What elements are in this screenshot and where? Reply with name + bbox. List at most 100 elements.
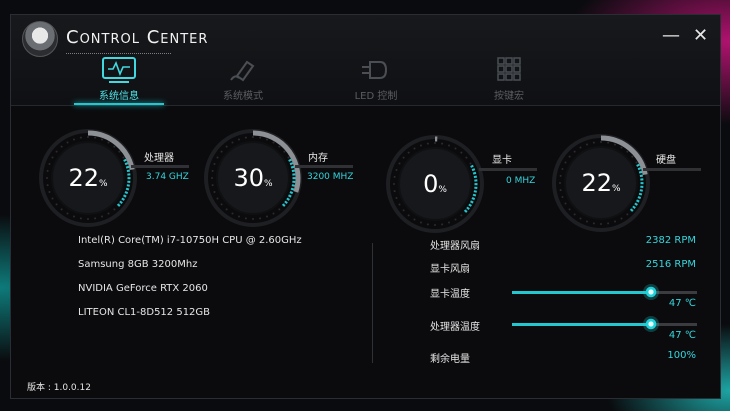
gauge-accent-dash xyxy=(123,158,127,162)
gauge-tick xyxy=(434,142,436,144)
gauge-tick xyxy=(231,212,234,215)
gauge-accent-dash xyxy=(288,158,292,162)
gauge-tick xyxy=(51,197,54,200)
cpu-fan-speed: 2382 RPM xyxy=(645,235,696,246)
memory-model: Samsung 8GB 3200Mhz xyxy=(78,259,198,270)
header: Control Center — ✕ 系统信息 系统模式 LED 控制 按键宏 xyxy=(11,15,720,106)
battery-value: 100% xyxy=(667,350,696,361)
gauge-accent-dash xyxy=(121,197,125,201)
gauge-tick xyxy=(252,136,254,138)
memory-frequency: 3200 MHZ xyxy=(307,172,354,182)
tab-label: LED 控制 xyxy=(354,91,398,102)
keypad-icon xyxy=(464,55,554,85)
gauge-tick xyxy=(259,217,262,220)
gauge-tick xyxy=(51,156,54,159)
gauge-tick xyxy=(407,151,410,154)
gauge-tick xyxy=(216,156,219,159)
gauge-tick xyxy=(220,150,223,153)
gauge-tick xyxy=(55,203,58,206)
gauge-accent-dash xyxy=(468,203,472,207)
gauge-unit: % xyxy=(611,184,621,194)
gauge-tick xyxy=(231,141,234,144)
gauge-accent-dash xyxy=(632,205,636,210)
monitor-icon xyxy=(74,55,164,85)
title-underline xyxy=(66,53,171,54)
gauge-tick xyxy=(579,146,582,149)
gauge-tick xyxy=(614,143,617,146)
cpu-label: 处理器 xyxy=(144,153,174,164)
gauge-tick xyxy=(441,223,444,226)
tab-system-mode[interactable]: 系统模式 xyxy=(198,55,288,102)
gpu-fan-speed: 2516 RPM xyxy=(645,259,696,270)
gauge-value: 0% xyxy=(385,170,485,198)
tab-key-macro[interactable]: 按键宏 xyxy=(464,55,554,102)
cpu-model: Intel(R) Core(TM) i7-10750H CPU @ 2.60GH… xyxy=(78,235,302,246)
gauge-tick xyxy=(600,223,602,225)
battery-label: 剩余电量 xyxy=(430,354,470,365)
close-button[interactable]: ✕ xyxy=(693,25,708,46)
cpu-temp-value: 47 ℃ xyxy=(668,330,696,341)
gauge-accent-dash xyxy=(470,200,474,204)
gauge-tick xyxy=(426,142,429,145)
gauge-number: 22 xyxy=(581,169,612,197)
cpu-usage-gauge: 22% xyxy=(38,128,138,228)
gauge-unit: % xyxy=(98,179,108,189)
gauge-accent-dash xyxy=(470,164,474,168)
gpu-temp-label: 显卡温度 xyxy=(430,289,470,300)
gauge-number: 22 xyxy=(68,164,99,192)
gauge-tick xyxy=(278,208,281,211)
gauge-accent-dash xyxy=(119,200,123,205)
gauge-tick xyxy=(60,145,63,148)
gpu-model: NVIDIA GeForce RTX 2060 xyxy=(78,283,208,294)
gauge-tick xyxy=(568,208,571,211)
gauge-tick xyxy=(607,141,610,144)
gauge-tick xyxy=(87,136,89,138)
gauge-accent-dash xyxy=(116,203,121,207)
gauge-tick xyxy=(72,215,75,218)
led-icon xyxy=(331,55,421,85)
gauge-tick xyxy=(259,136,262,139)
gauge-tick xyxy=(592,141,595,144)
gauge-tick xyxy=(413,218,416,221)
cpu-frequency: 3.74 GHZ xyxy=(146,172,189,182)
gauge-accent-dash xyxy=(636,163,640,167)
disk-model: LITEON CL1-8D512 512GB xyxy=(78,307,211,318)
gauge-tick xyxy=(460,151,463,154)
gauge-tick xyxy=(272,212,275,215)
tab-label: 系统信息 xyxy=(99,91,139,102)
gpu-temp-value: 47 ℃ xyxy=(668,298,696,309)
gauge-accent-dash xyxy=(636,199,640,203)
gauge-tick xyxy=(107,212,110,215)
tab-led-control[interactable]: LED 控制 xyxy=(331,55,421,102)
gauge-tick xyxy=(419,221,422,224)
gauge-tick xyxy=(419,144,422,147)
control-center-window: Control Center — ✕ 系统信息 系统模式 LED 控制 按键宏 … xyxy=(10,14,721,399)
gauge-tick xyxy=(607,222,610,225)
cpu-temp-slider xyxy=(512,316,697,332)
gauge-accent-dash xyxy=(281,203,286,207)
gauge-tick xyxy=(55,150,58,153)
gauge-tick xyxy=(568,155,571,158)
gauge-tick xyxy=(592,222,595,225)
gauge-unit: % xyxy=(263,179,273,189)
tab-system-info[interactable]: 系统信息 xyxy=(74,55,164,105)
tab-label: 按键宏 xyxy=(494,91,524,102)
gauge-tick xyxy=(564,161,567,164)
gauge-tick xyxy=(60,208,63,211)
disk-label-line xyxy=(643,168,701,171)
gauge-tick xyxy=(266,215,269,218)
gauge-tick xyxy=(398,162,401,165)
gauge-tick xyxy=(225,145,228,148)
gpu-label-line xyxy=(479,168,537,171)
gpu-temp-slider xyxy=(512,284,697,300)
gauge-tick xyxy=(72,138,75,141)
gauge-tick xyxy=(237,138,240,141)
minimize-button[interactable]: — xyxy=(662,25,680,46)
slider-fill xyxy=(512,323,652,326)
gauge-accent-dash xyxy=(286,197,290,201)
gpu-fan-label: 显卡风扇 xyxy=(430,264,470,275)
disk-usage-gauge: 22% xyxy=(551,133,651,233)
gauge-accent-dash xyxy=(634,202,638,206)
gpu-frequency: 0 MHZ xyxy=(506,176,536,186)
gauge-tick xyxy=(579,217,582,220)
